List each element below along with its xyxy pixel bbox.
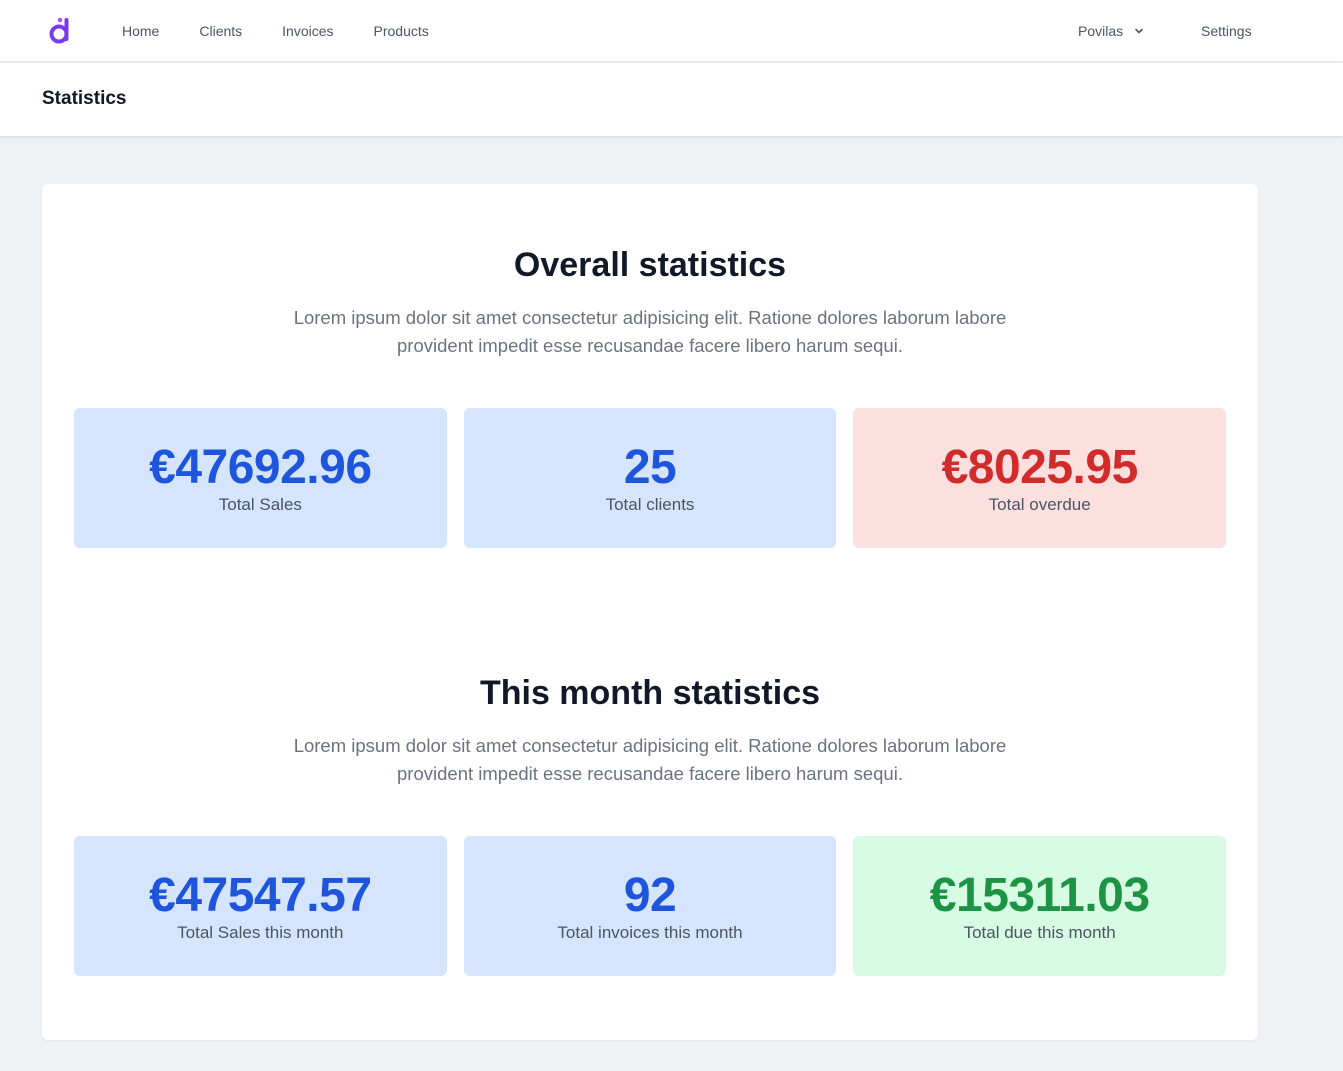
user-menu[interactable]: Povilas [1078,0,1145,62]
stat-label: Total overdue [988,494,1091,514]
stat-value: €15311.03 [929,868,1150,922]
page-title: Statistics [42,88,127,109]
stat-label: Total Sales this month [177,922,344,942]
nav-link-products[interactable]: Products [374,23,429,39]
stat-total-sales: €47692.96 Total Sales [74,408,447,548]
nav-links: Home Clients Invoices Products [122,0,469,62]
chevron-down-icon [1135,28,1143,34]
overall-statistics-description: Lorem ipsum dolor sit amet consectetur a… [293,307,1007,356]
stat-total-overdue: €8025.95 Total overdue [853,408,1227,548]
app-logo-icon[interactable] [48,15,72,45]
stat-label: Total clients [605,494,695,514]
stat-value: 25 [623,440,677,494]
stat-value: €8025.95 [941,440,1139,494]
stat-label: Total due this month [963,922,1116,942]
month-statistics-title: This month statistics [479,674,821,712]
month-statistics-description: Lorem ipsum dolor sit amet consectetur a… [293,735,1007,784]
stat-total-due-month: €15311.03 Total due this month [853,836,1227,976]
stat-value: €47692.96 [149,440,372,494]
statistics-card: Overall statistics Lorem ipsum dolor sit… [42,184,1258,1040]
nav-link-invoices[interactable]: Invoices [282,23,333,39]
user-name: Povilas [1078,23,1124,39]
month-stats-row: €47547.57 Total Sales this month 92 Tota… [74,836,1227,976]
top-navigation: Home Clients Invoices Products Povilas S… [0,0,1343,62]
nav-link-clients[interactable]: Clients [199,23,242,39]
nav-link-home[interactable]: Home [122,23,159,39]
page-header: Statistics [0,63,1343,136]
stat-total-invoices-month: 92 Total invoices this month [463,836,837,976]
stat-value: 92 [623,868,677,922]
stat-total-clients: 25 Total clients [463,408,837,548]
stat-label: Total Sales [218,494,302,514]
settings-link[interactable]: Settings [1201,0,1252,62]
stat-total-sales-month: €47547.57 Total Sales this month [74,836,447,976]
overall-stats-row: €47692.96 Total Sales 25 Total clients €… [74,408,1227,548]
stat-value: €47547.57 [149,868,372,922]
stat-label: Total invoices this month [557,922,743,942]
overall-statistics-title: Overall statistics [513,246,787,284]
